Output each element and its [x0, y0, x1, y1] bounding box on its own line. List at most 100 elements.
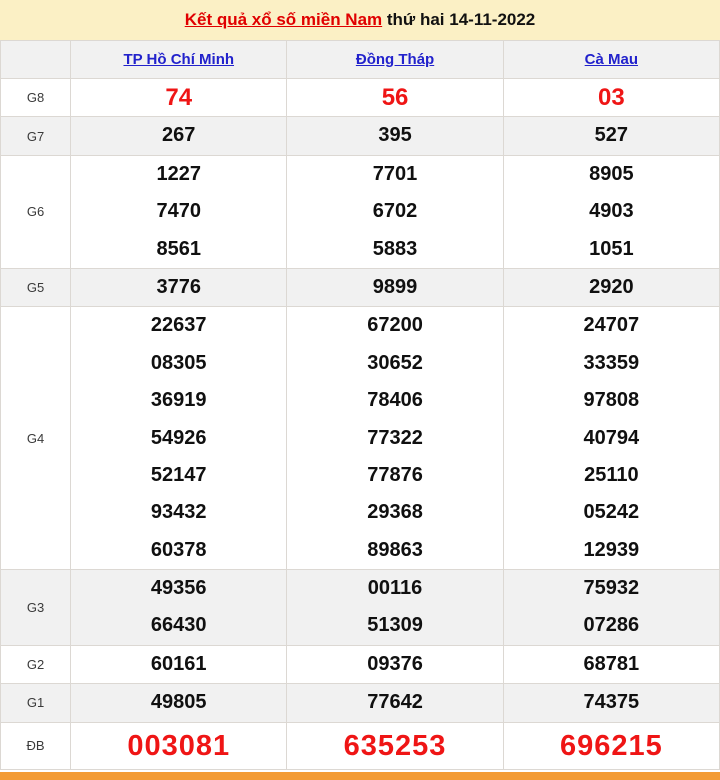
result-cell: 0011651309: [287, 570, 503, 646]
result-value: 52147: [71, 457, 286, 494]
prize-label: G8: [1, 79, 71, 117]
prize-row-G4: G422637083053691954926521479343260378672…: [1, 307, 720, 570]
result-value: 77642: [287, 684, 502, 721]
result-value: 60161: [71, 646, 286, 683]
result-cell: 56: [287, 79, 503, 117]
result-cell: 77642: [287, 684, 503, 722]
result-value: 49356: [71, 570, 286, 607]
result-cell: 527: [503, 117, 719, 155]
result-cell: 770167025883: [287, 155, 503, 268]
result-value: 2920: [504, 269, 719, 306]
prize-row-G5: G5377698992920: [1, 268, 720, 306]
result-value: 97808: [504, 382, 719, 419]
result-cell: 2920: [503, 268, 719, 306]
column-header-camau: Cà Mau: [503, 41, 719, 79]
prize-row-G7: G7267395527: [1, 117, 720, 155]
result-value: 54926: [71, 420, 286, 457]
result-value: 75932: [504, 570, 719, 607]
result-cell: 4935666430: [71, 570, 287, 646]
page-title: Kết quả xổ số miền Nam thứ hai 14-11-202…: [0, 0, 720, 40]
result-cell: 122774708561: [71, 155, 287, 268]
result-value: 7470: [71, 193, 286, 230]
result-value: 78406: [287, 382, 502, 419]
result-value: 08305: [71, 345, 286, 382]
result-cell: 49805: [71, 684, 287, 722]
header-empty-cell: [1, 41, 71, 79]
result-value: 07286: [504, 607, 719, 644]
result-value: 89863: [287, 532, 502, 569]
result-cell: 635253: [287, 722, 503, 769]
result-cell: 67200306527840677322778762936889863: [287, 307, 503, 570]
result-value: 12939: [504, 532, 719, 569]
result-value: 93432: [71, 494, 286, 531]
prize-row-G3: G3493566643000116513097593207286: [1, 570, 720, 646]
result-cell: 22637083053691954926521479343260378: [71, 307, 287, 570]
prize-label: G3: [1, 570, 71, 646]
result-cell: 003081: [71, 722, 287, 769]
result-value: 40794: [504, 420, 719, 457]
prize-label: G6: [1, 155, 71, 268]
prize-label: G2: [1, 645, 71, 683]
result-value: 9899: [287, 269, 502, 306]
result-cell: 68781: [503, 645, 719, 683]
result-value: 8905: [504, 156, 719, 193]
province-link-dongthap[interactable]: Đồng Tháp: [356, 51, 434, 68]
result-cell: 74375: [503, 684, 719, 722]
column-header-row: TP Hồ Chí Minh Đồng Tháp Cà Mau: [1, 41, 720, 79]
result-value: 66430: [71, 607, 286, 644]
result-cell: 3776: [71, 268, 287, 306]
prize-label: ĐB: [1, 722, 71, 769]
result-value: 1227: [71, 156, 286, 193]
result-cell: 24707333599780840794251100524212939: [503, 307, 719, 570]
result-value: 03: [504, 79, 719, 116]
title-link[interactable]: Kết quả xổ số miền Nam: [185, 10, 382, 29]
prize-label: G1: [1, 684, 71, 722]
result-value: 267: [71, 117, 286, 154]
result-value: 30652: [287, 345, 502, 382]
result-value: 74375: [504, 684, 719, 721]
result-cell: 267: [71, 117, 287, 155]
result-value: 527: [504, 117, 719, 154]
result-value: 51309: [287, 607, 502, 644]
result-cell: 7593207286: [503, 570, 719, 646]
result-value: 67200: [287, 307, 502, 344]
result-value: 4903: [504, 193, 719, 230]
prize-label: G4: [1, 307, 71, 570]
province-link-hcm[interactable]: TP Hồ Chí Minh: [123, 51, 234, 68]
result-value: 3776: [71, 269, 286, 306]
result-value: 00116: [287, 570, 502, 607]
result-value: 36919: [71, 382, 286, 419]
result-value: 77322: [287, 420, 502, 457]
result-value: 6702: [287, 193, 502, 230]
result-cell: 395: [287, 117, 503, 155]
result-value: 22637: [71, 307, 286, 344]
result-value: 25110: [504, 457, 719, 494]
result-value: 29368: [287, 494, 502, 531]
prize-label: G5: [1, 268, 71, 306]
result-value: 8561: [71, 231, 286, 268]
result-cell: 9899: [287, 268, 503, 306]
result-cell: 03: [503, 79, 719, 117]
result-value: 56: [287, 79, 502, 116]
result-value: 635253: [287, 723, 502, 769]
column-header-dongthap: Đồng Tháp: [287, 41, 503, 79]
prize-row-ĐB: ĐB003081635253696215: [1, 722, 720, 769]
result-value: 696215: [504, 723, 719, 769]
results-body: TP Hồ Chí Minh Đồng Tháp Cà Mau G8745603…: [1, 41, 720, 770]
prize-row-G1: G1498057764274375: [1, 684, 720, 722]
result-value: 68781: [504, 646, 719, 683]
result-value: 7701: [287, 156, 502, 193]
result-value: 395: [287, 117, 502, 154]
title-date: thứ hai 14-11-2022: [382, 10, 535, 29]
prize-row-G6: G6122774708561770167025883890549031051: [1, 155, 720, 268]
result-value: 60378: [71, 532, 286, 569]
result-cell: 09376: [287, 645, 503, 683]
result-value: 05242: [504, 494, 719, 531]
results-table: TP Hồ Chí Minh Đồng Tháp Cà Mau G8745603…: [0, 40, 720, 770]
result-value: 74: [71, 79, 286, 116]
province-link-camau[interactable]: Cà Mau: [585, 51, 638, 68]
result-value: 1051: [504, 231, 719, 268]
prize-row-G8: G8745603: [1, 79, 720, 117]
result-value: 09376: [287, 646, 502, 683]
result-value: 77876: [287, 457, 502, 494]
